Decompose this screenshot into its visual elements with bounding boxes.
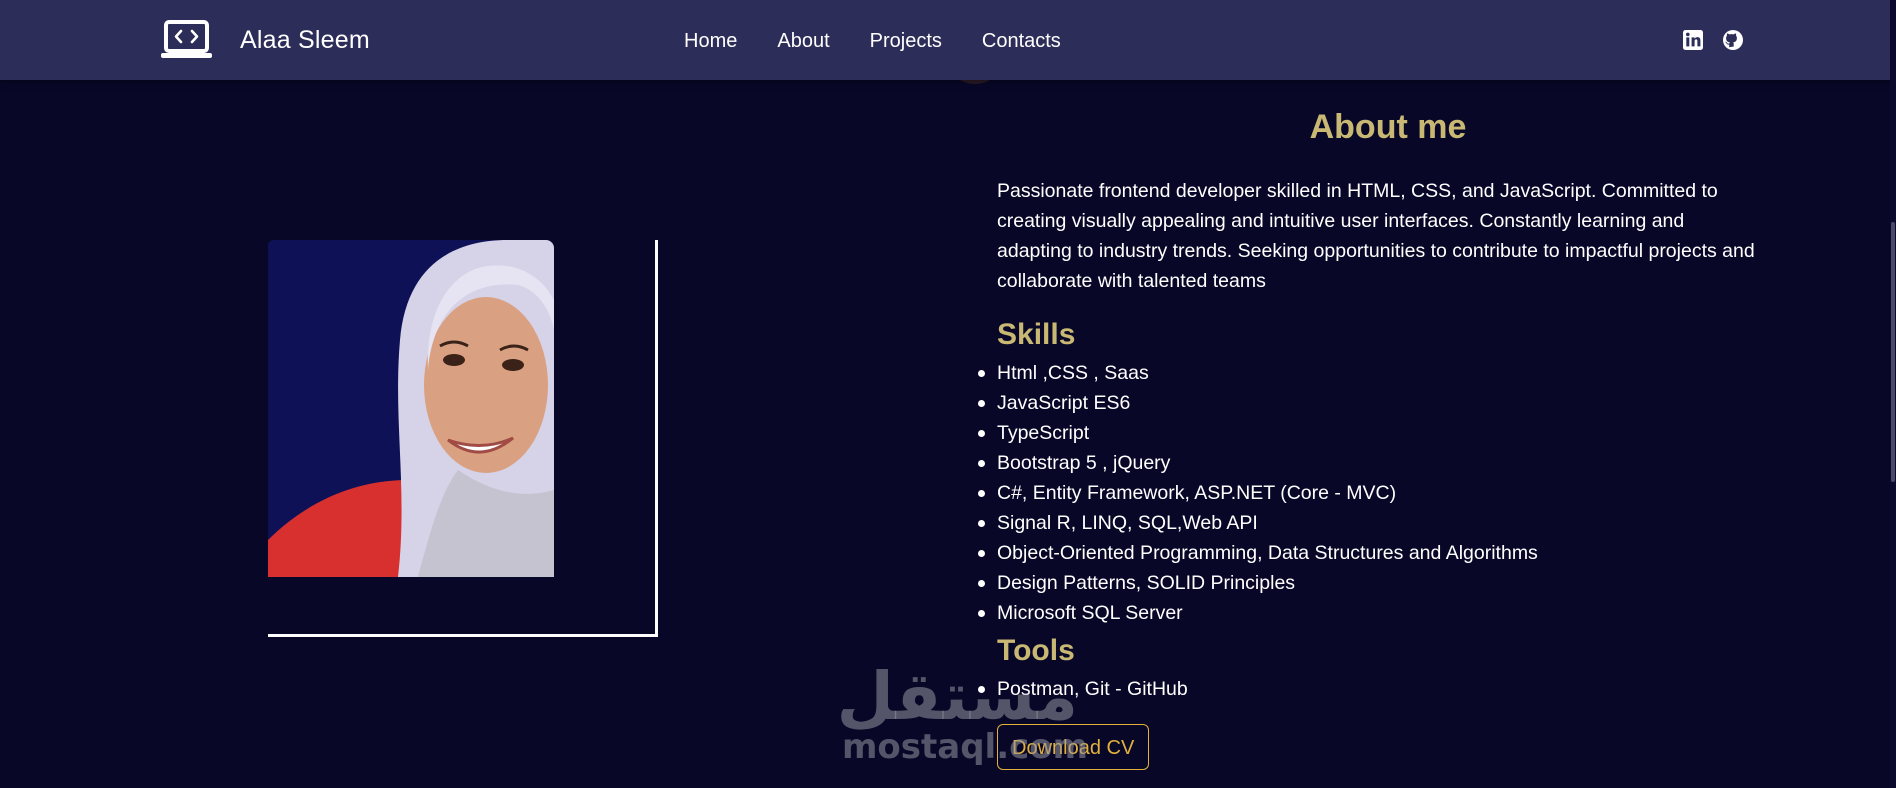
skill-item: Object-Oriented Programming, Data Struct… bbox=[978, 538, 1757, 568]
skill-item: TypeScript bbox=[978, 418, 1757, 448]
skill-item: Design Patterns, SOLID Principles bbox=[978, 568, 1757, 598]
nav-links: Home About Projects Contacts bbox=[684, 26, 1101, 56]
navbar: Alaa Sleem Home About Projects Contacts bbox=[0, 0, 1896, 80]
linkedin-link[interactable] bbox=[1682, 29, 1704, 51]
about-title: About me bbox=[1309, 108, 1467, 146]
profile-photo bbox=[268, 240, 554, 577]
nav-link-projects[interactable]: Projects bbox=[870, 26, 942, 56]
skills-title: Skills bbox=[997, 318, 1076, 351]
tools-list: Postman, Git - GitHub bbox=[978, 674, 1757, 704]
skills-list: Html ,CSS , Saas JavaScript ES6 TypeScri… bbox=[978, 358, 1757, 628]
tools-title: Tools bbox=[997, 634, 1075, 667]
nav-link-home[interactable]: Home bbox=[684, 26, 737, 56]
skill-item: Html ,CSS , Saas bbox=[978, 358, 1757, 388]
brand-name: Alaa Sleem bbox=[240, 25, 370, 54]
nav-link-about[interactable]: About bbox=[777, 26, 829, 56]
download-cv-button[interactable]: Download CV bbox=[997, 724, 1150, 770]
github-icon bbox=[1723, 30, 1743, 50]
brand-link[interactable]: Alaa Sleem bbox=[161, 18, 370, 62]
skill-item: C#, Entity Framework, ASP.NET (Core - MV… bbox=[978, 478, 1757, 508]
github-link[interactable] bbox=[1722, 29, 1744, 51]
about-section: About me Passionate frontend developer s… bbox=[978, 100, 1757, 770]
scrollbar-thumb[interactable] bbox=[1891, 222, 1895, 482]
portfolio-page: Alaa Sleem Home About Projects Contacts bbox=[0, 0, 1896, 788]
skill-item: Microsoft SQL Server bbox=[978, 598, 1757, 628]
social-links bbox=[1682, 29, 1744, 51]
laptop-code-icon bbox=[161, 20, 212, 58]
skill-item: Bootstrap 5 , jQuery bbox=[978, 448, 1757, 478]
skill-item: Signal R, LINQ, SQL,Web API bbox=[978, 508, 1757, 538]
about-description: Passionate frontend developer skilled in… bbox=[997, 180, 1755, 292]
linkedin-icon bbox=[1683, 30, 1703, 50]
tool-item: Postman, Git - GitHub bbox=[978, 674, 1757, 704]
skill-item: JavaScript ES6 bbox=[978, 388, 1757, 418]
nav-link-contacts[interactable]: Contacts bbox=[982, 26, 1061, 56]
